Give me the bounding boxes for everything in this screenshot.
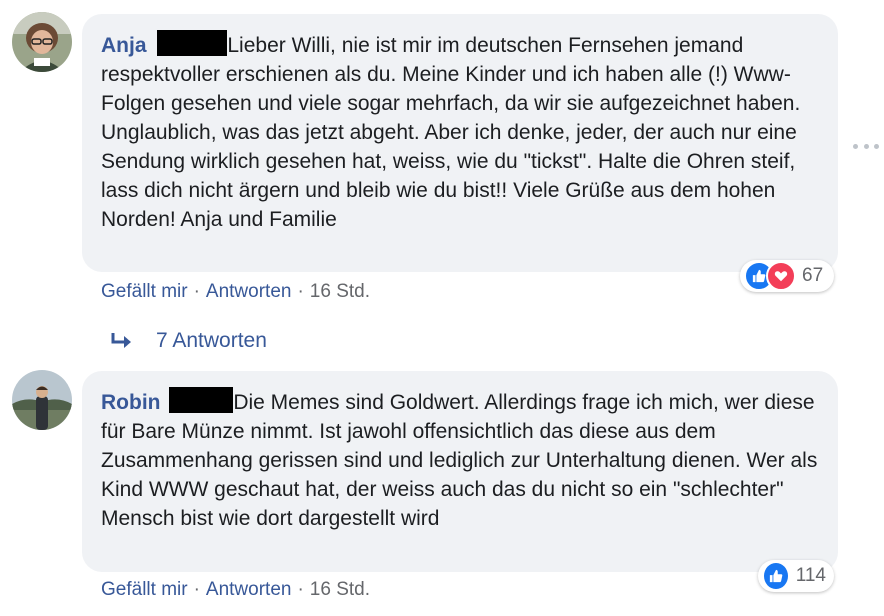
more-options-icon[interactable] — [853, 141, 879, 151]
separator: · — [193, 281, 200, 302]
redacted-name — [157, 30, 228, 56]
reaction-summary[interactable]: 67 — [740, 260, 834, 292]
avatar[interactable] — [12, 370, 72, 430]
comment-text: Lieber Willi, nie ist mir im deutschen F… — [101, 34, 801, 231]
comment-author[interactable]: Robin — [101, 391, 160, 414]
comment-timestamp[interactable]: 16 Std. — [310, 579, 370, 600]
reaction-summary[interactable]: 114 — [758, 560, 834, 592]
comment-actions: Gefällt mir · Antworten · 16 Std. — [101, 579, 370, 601]
separator: · — [193, 579, 200, 600]
love-icon — [766, 261, 796, 291]
replies-count-label[interactable]: 7 Antworten — [156, 329, 267, 353]
like-button[interactable]: Gefällt mir — [101, 281, 188, 302]
reply-arrow-icon — [111, 333, 131, 348]
reply-button[interactable]: Antworten — [206, 281, 292, 302]
reaction-count: 67 — [802, 265, 824, 286]
reaction-count: 114 — [795, 565, 826, 586]
comment-bubble: Anja Lieber Willi, nie ist mir im deutsc… — [82, 14, 838, 272]
avatar[interactable] — [12, 12, 72, 72]
separator: · — [297, 579, 304, 600]
comment-actions: Gefällt mir · Antworten · 16 Std. — [101, 281, 370, 303]
like-button[interactable]: Gefällt mir — [101, 579, 188, 600]
like-icon — [762, 561, 790, 591]
view-replies-link[interactable]: 7 Antworten — [110, 329, 267, 353]
reply-button[interactable]: Antworten — [206, 579, 292, 600]
separator: · — [297, 281, 304, 302]
redacted-name — [169, 387, 234, 413]
comment-author[interactable]: Anja — [101, 34, 147, 57]
comment-bubble: Robin Die Memes sind Goldwert. Allerding… — [82, 371, 838, 572]
comment-timestamp[interactable]: 16 Std. — [310, 281, 370, 302]
